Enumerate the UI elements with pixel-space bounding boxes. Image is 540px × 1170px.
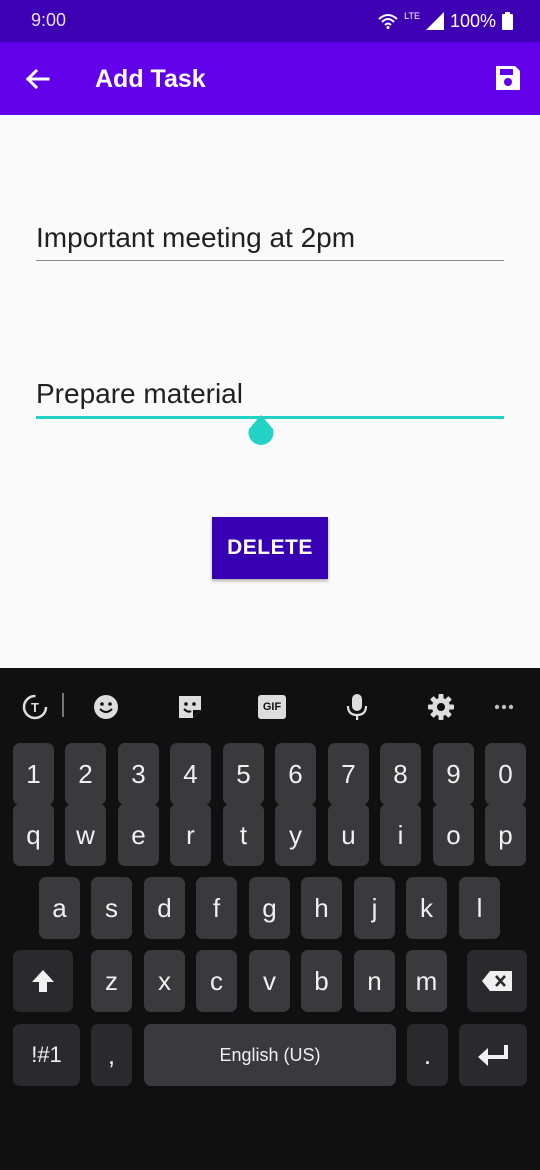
- key-a[interactable]: a: [39, 877, 80, 939]
- key-q[interactable]: q: [13, 804, 54, 866]
- key-z[interactable]: z: [91, 950, 132, 1012]
- key-v[interactable]: v: [249, 950, 290, 1012]
- space-key[interactable]: English (US): [144, 1024, 396, 1086]
- gear-icon[interactable]: [426, 692, 456, 722]
- status-bar: 9:00 LTE 100%: [0, 0, 540, 42]
- svg-text:T: T: [31, 700, 39, 715]
- task-description-input[interactable]: [36, 378, 504, 410]
- key-0[interactable]: 0: [485, 743, 526, 805]
- backspace-key[interactable]: [467, 950, 527, 1012]
- key-u[interactable]: u: [328, 804, 369, 866]
- key-3[interactable]: 3: [118, 743, 159, 805]
- key-y[interactable]: y: [275, 804, 316, 866]
- key-f[interactable]: f: [196, 877, 237, 939]
- key-h[interactable]: h: [301, 877, 342, 939]
- key-t[interactable]: t: [223, 804, 264, 866]
- key-p[interactable]: p: [485, 804, 526, 866]
- key-c[interactable]: c: [196, 950, 237, 1012]
- delete-button[interactable]: DELETE: [212, 517, 328, 579]
- key-w[interactable]: w: [65, 804, 106, 866]
- page-title: Add Task: [95, 65, 206, 93]
- more-icon[interactable]: [489, 692, 519, 722]
- save-icon[interactable]: [494, 64, 522, 92]
- gif-icon[interactable]: GIF: [258, 695, 286, 719]
- emoji-icon[interactable]: [91, 692, 121, 722]
- task-title-field[interactable]: [36, 222, 504, 261]
- sticker-icon[interactable]: [175, 692, 205, 722]
- key-d[interactable]: d: [144, 877, 185, 939]
- key-o[interactable]: o: [433, 804, 474, 866]
- key-9[interactable]: 9: [433, 743, 474, 805]
- key-6[interactable]: 6: [275, 743, 316, 805]
- status-time: 9:00: [31, 10, 67, 30]
- wifi-icon: [378, 14, 398, 29]
- signal-icon: [425, 12, 444, 30]
- comma-key[interactable]: ,: [91, 1024, 132, 1086]
- key-i[interactable]: i: [380, 804, 421, 866]
- key-e[interactable]: e: [118, 804, 159, 866]
- key-b[interactable]: b: [301, 950, 342, 1012]
- key-n[interactable]: n: [354, 950, 395, 1012]
- cursor-handle[interactable]: [247, 415, 275, 447]
- shift-key[interactable]: [13, 950, 73, 1012]
- period-key[interactable]: .: [407, 1024, 448, 1086]
- key-8[interactable]: 8: [380, 743, 421, 805]
- app-bar: Add Task: [0, 42, 540, 115]
- keyboard-toolbar: T GIF: [0, 668, 540, 744]
- key-s[interactable]: s: [91, 877, 132, 939]
- back-arrow-icon[interactable]: [22, 64, 52, 94]
- key-l[interactable]: l: [459, 877, 500, 939]
- symbols-key[interactable]: !#1: [13, 1024, 80, 1086]
- mic-icon[interactable]: [342, 692, 372, 722]
- battery-icon: [502, 12, 513, 30]
- enter-icon: [478, 1045, 508, 1066]
- shift-icon: [32, 970, 54, 992]
- soft-keyboard: T GIF 1 2 3 4 5 6 7 8 9 0 q w e r t y u …: [0, 668, 540, 1170]
- key-r[interactable]: r: [170, 804, 211, 866]
- key-2[interactable]: 2: [65, 743, 106, 805]
- key-7[interactable]: 7: [328, 743, 369, 805]
- enter-key[interactable]: [459, 1024, 527, 1086]
- title-underline: [36, 260, 504, 261]
- key-j[interactable]: j: [354, 877, 395, 939]
- battery-percent: 100%: [449, 10, 496, 31]
- key-k[interactable]: k: [406, 877, 447, 939]
- key-5[interactable]: 5: [223, 743, 264, 805]
- key-4[interactable]: 4: [170, 743, 211, 805]
- key-x[interactable]: x: [144, 950, 185, 1012]
- backspace-icon: [482, 971, 512, 991]
- task-title-input[interactable]: [36, 222, 504, 254]
- toolbar-divider: [62, 693, 64, 717]
- translate-icon[interactable]: T: [20, 692, 50, 722]
- key-g[interactable]: g: [249, 877, 290, 939]
- key-1[interactable]: 1: [13, 743, 54, 805]
- task-description-field[interactable]: [36, 378, 504, 419]
- key-m[interactable]: m: [406, 950, 447, 1012]
- network-type: LTE: [404, 11, 420, 21]
